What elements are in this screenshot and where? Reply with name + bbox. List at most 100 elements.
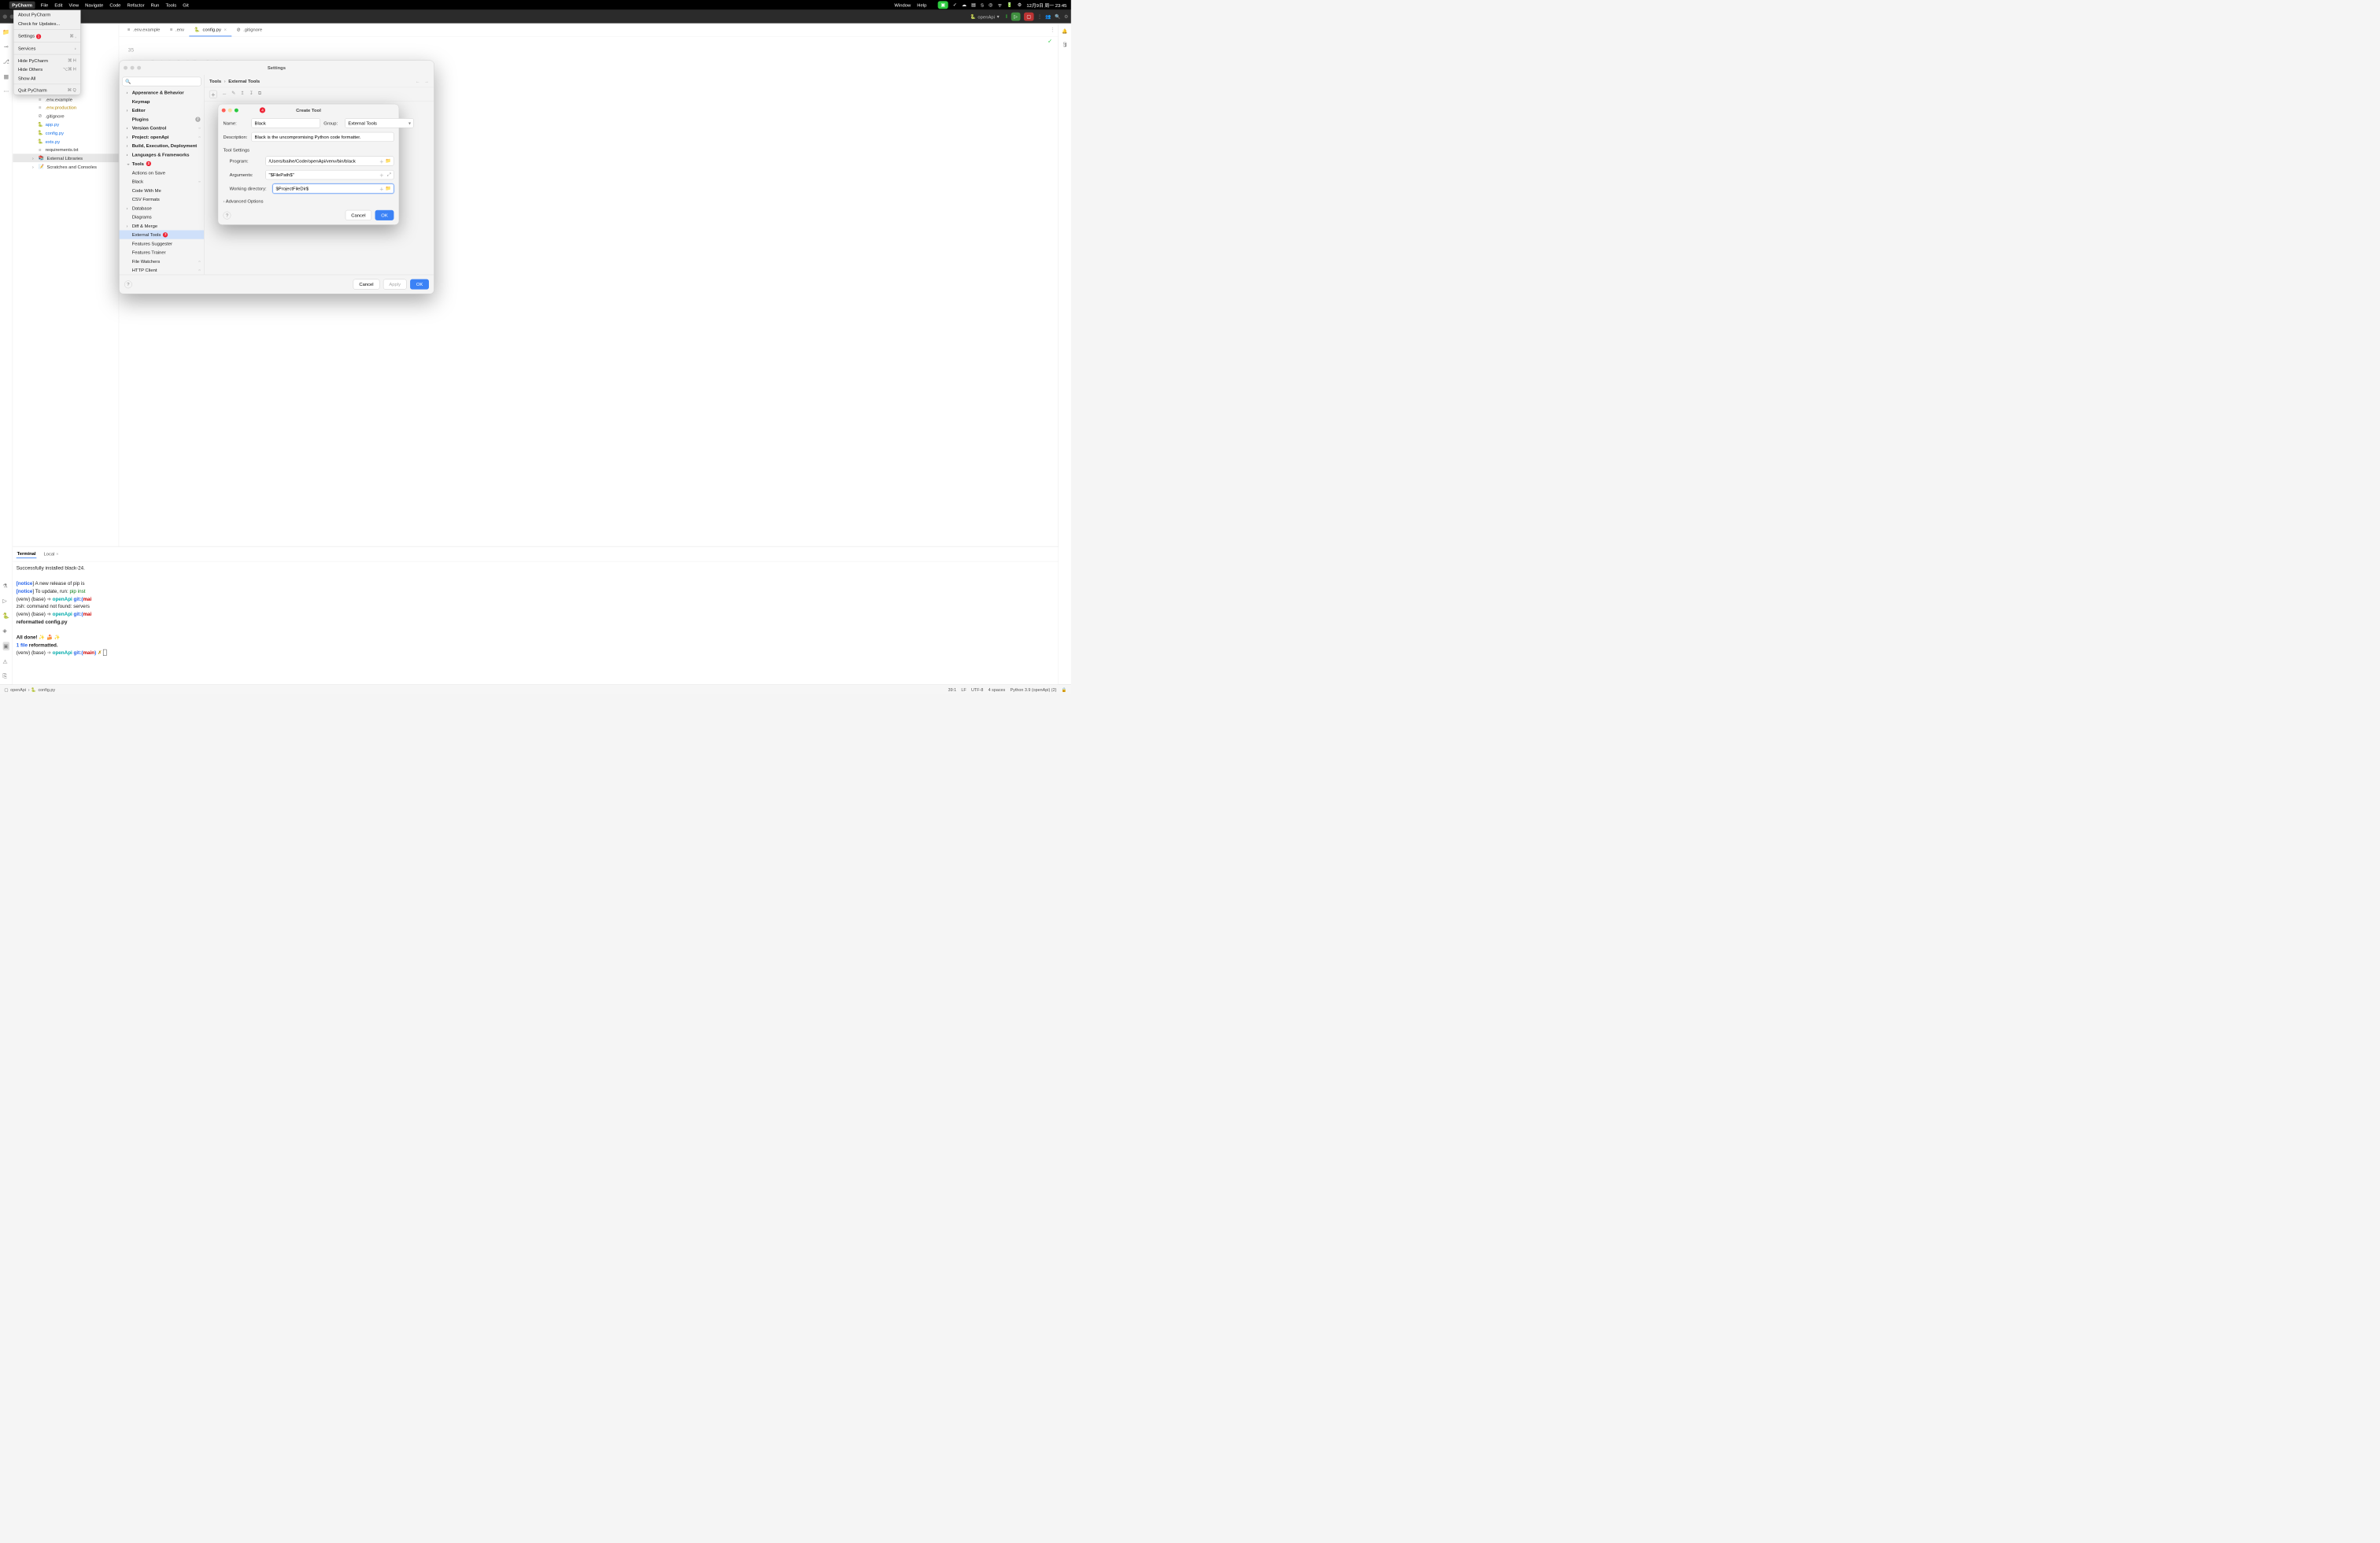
settings-plugins[interactable]: Plugins2: [120, 115, 205, 124]
menubar-datetime[interactable]: 12月9日 周一 23:45: [1026, 2, 1066, 9]
menu-hide[interactable]: Hide PyCharm⌘ H: [14, 56, 81, 65]
tools-diagrams[interactable]: Diagrams: [120, 213, 205, 221]
insert-macro-icon[interactable]: ＋: [379, 158, 384, 165]
name-input[interactable]: [252, 118, 320, 128]
advanced-options[interactable]: › Advanced Options: [218, 195, 399, 206]
status-lock-icon[interactable]: 🔒: [1062, 687, 1067, 692]
tools-external-tools[interactable]: External Tools 3: [120, 231, 205, 239]
menu-window[interactable]: Window: [894, 2, 911, 8]
menu-navigate[interactable]: Navigate: [85, 2, 103, 8]
python-console-icon[interactable]: 🐍: [2, 612, 9, 620]
settings-ok-button[interactable]: OK: [410, 279, 429, 290]
settings-search-input[interactable]: [133, 79, 198, 84]
group-select[interactable]: [345, 118, 413, 128]
tools-file-watchers[interactable]: File Watchers▫: [120, 257, 205, 265]
settings-keymap[interactable]: Keymap: [120, 97, 205, 105]
more-icon[interactable]: ⋮: [1037, 14, 1042, 20]
menu-refactor[interactable]: Refactor: [127, 2, 144, 8]
menu-edit[interactable]: Edit: [54, 2, 62, 8]
file-app-py[interactable]: 🐍app.py: [13, 120, 119, 129]
tab-config-py[interactable]: 🐍config.py×: [189, 24, 231, 37]
project-icon[interactable]: 📁: [2, 28, 9, 35]
s-icon[interactable]: S: [981, 2, 984, 8]
settings-search[interactable]: 🔍: [122, 77, 201, 87]
tab-env-example[interactable]: ≡.env.example: [123, 24, 165, 37]
remove-tool-button[interactable]: －: [222, 91, 227, 98]
expand-icon[interactable]: ⤢: [387, 172, 391, 177]
debug-tool-icon[interactable]: ◈: [2, 627, 9, 635]
settings-cancel-button[interactable]: Cancel: [353, 279, 380, 290]
settings-build[interactable]: ›Build, Execution, Deployment: [120, 142, 205, 150]
search-icon[interactable]: 🔍: [1055, 14, 1060, 20]
terminal-icon[interactable]: ▣: [2, 642, 9, 650]
stop-button[interactable]: ▢: [1024, 13, 1034, 21]
program-input[interactable]: [266, 156, 394, 165]
menu-quit[interactable]: Quit PyCharm⌘ Q: [14, 86, 81, 94]
menu-services[interactable]: Services›: [14, 44, 81, 53]
menu-code[interactable]: Code: [109, 2, 120, 8]
notifications-icon[interactable]: 🔔: [1062, 28, 1067, 34]
tools-http[interactable]: HTTP Client▫: [120, 266, 205, 275]
working-dir-input[interactable]: [273, 184, 394, 194]
status-encoding[interactable]: UTF-8: [971, 687, 983, 692]
settings-tools[interactable]: ⌄Tools 2: [120, 159, 205, 168]
commit-icon[interactable]: ⊸: [4, 43, 9, 50]
settings-langs[interactable]: ›Languages & Frameworks: [120, 150, 205, 159]
debug-icon[interactable]: ⫴: [1006, 14, 1007, 20]
file-exts-py[interactable]: 🐍exts.py: [13, 137, 119, 146]
tab-env[interactable]: ≡.env: [165, 24, 190, 37]
help-icon[interactable]: ?: [224, 211, 231, 219]
create-tool-ok-button[interactable]: OK: [375, 210, 394, 220]
file-requirements[interactable]: ≡requirements.txt: [13, 146, 119, 154]
copy-button[interactable]: ⧉: [258, 91, 261, 98]
run-button[interactable]: ▷: [1011, 13, 1021, 21]
tools-database[interactable]: ›Database: [120, 204, 205, 213]
cloud-icon[interactable]: ☁: [962, 2, 966, 8]
menu-about[interactable]: About PyCharm: [14, 10, 81, 19]
status-indent[interactable]: 4 spaces: [989, 687, 1006, 692]
inspection-ok-icon[interactable]: ✓: [1048, 39, 1052, 45]
settings-editor[interactable]: ›Editor: [120, 106, 205, 115]
tab-gitignore[interactable]: ⊘.gitignore: [231, 24, 267, 37]
vcs-icon[interactable]: ⎘: [2, 673, 9, 679]
wifi-icon[interactable]: ᯤ: [998, 2, 1002, 8]
menu-hide-others[interactable]: Hide Others⌥⌘ H: [14, 65, 81, 73]
status-breadcrumb[interactable]: ▢ openApi › 🐍 config.py: [4, 687, 55, 692]
file-gitignore[interactable]: ⊘.gitignore: [13, 112, 119, 120]
terminal-output[interactable]: Successfully installed black-24. [notice…: [13, 561, 1058, 659]
grid-icon[interactable]: ▤: [971, 2, 976, 8]
menu-view[interactable]: View: [68, 2, 79, 8]
file-config-py[interactable]: 🐍config.py: [13, 128, 119, 137]
menu-show-all[interactable]: Show All: [14, 73, 81, 82]
arguments-input[interactable]: [266, 170, 394, 179]
status-interpreter[interactable]: Python 3.9 (openApi) (2): [1011, 687, 1057, 692]
tools-features-suggester[interactable]: Features Suggester: [120, 239, 205, 248]
menu-file[interactable]: File: [41, 2, 48, 8]
settings-tree[interactable]: ›Appearance & Behavior Keymap ›Editor Pl…: [120, 88, 205, 275]
menubar-app-name[interactable]: PyCharm: [9, 2, 35, 9]
problems-icon[interactable]: ⚠: [2, 658, 9, 665]
menu-tools[interactable]: Tools: [166, 2, 177, 8]
external-libraries[interactable]: ›📚External Libraries: [13, 154, 119, 162]
structure-icon[interactable]: ▦: [3, 73, 9, 80]
menu-settings[interactable]: Settings1 ⌘ ,: [14, 31, 81, 41]
settings-project[interactable]: ›Project: openApi▫: [120, 132, 205, 141]
file-env-production[interactable]: ≡.env.production: [13, 103, 119, 111]
control-center-icon[interactable]: ⚙: [1018, 2, 1022, 8]
status-position[interactable]: 39:1: [948, 687, 957, 692]
insert-macro-icon[interactable]: ＋: [379, 172, 384, 179]
run-config-selector[interactable]: 🐍 openApi ▾: [967, 13, 1002, 21]
browse-icon[interactable]: 📁: [386, 158, 391, 164]
local-tab[interactable]: Local ×: [43, 549, 60, 557]
up-button[interactable]: ↥: [241, 91, 245, 98]
user-icon[interactable]: ◎: [989, 2, 992, 8]
tools-black[interactable]: Black▫: [120, 177, 205, 186]
facetime-icon[interactable]: ▣: [938, 1, 948, 9]
services-icon[interactable]: ⚗: [2, 583, 9, 590]
add-tool-button[interactable]: ＋: [209, 91, 217, 98]
close-icon[interactable]: ×: [56, 551, 58, 557]
run-tool-icon[interactable]: ▷: [2, 598, 9, 605]
collab-icon[interactable]: 👥: [1045, 14, 1051, 20]
nav-fwd-icon[interactable]: →: [424, 78, 429, 83]
tools-actions-on-save[interactable]: Actions on Save: [120, 168, 205, 177]
